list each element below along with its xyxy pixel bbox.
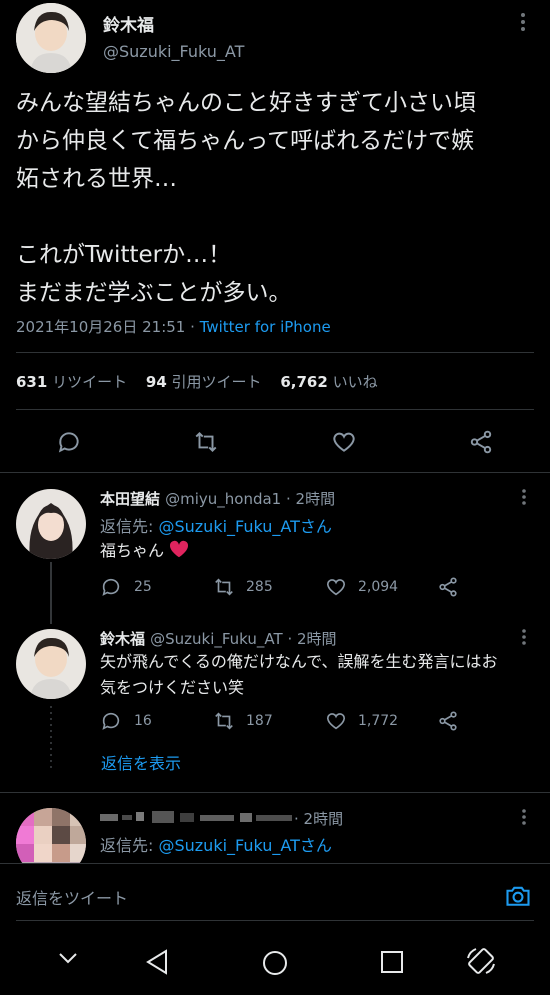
chevron-down-icon[interactable] — [56, 950, 80, 970]
reply-to-line: 返信先: @Suzuki_Fuku_ATさん — [100, 513, 332, 537]
reply-icon[interactable] — [100, 576, 122, 602]
avatar[interactable] — [16, 3, 86, 73]
reply-to-label: 返信先: — [100, 836, 159, 855]
recents-square-icon[interactable] — [380, 950, 404, 978]
likes-label[interactable]: いいね — [333, 373, 378, 391]
tweet-timestamp[interactable]: 2021年10月26日 21:51 — [16, 318, 185, 336]
reply-to-line: 返信先: @Suzuki_Fuku_ATさん — [100, 832, 332, 856]
like-count: 2,094 — [358, 579, 399, 595]
heart-icon[interactable] — [325, 710, 347, 736]
heart-icon[interactable] — [331, 429, 357, 455]
thread-line — [50, 562, 52, 624]
reply-header: 本田望結 @miyu_honda1 · 2時間 — [100, 488, 335, 509]
show-replies-link[interactable]: 返信を表示 — [101, 750, 181, 774]
reply-text: 矢が飛んでくるの俺だけなんで、誤解を生む発言にはお 気をつけください笑 — [100, 652, 498, 697]
more-options-icon[interactable] — [517, 12, 529, 32]
retweets-label[interactable]: リツイート — [52, 373, 127, 391]
reply-author-name[interactable]: 鈴木福 — [100, 630, 145, 648]
share-icon[interactable] — [437, 710, 459, 736]
reply-text: 福ちゃん — [100, 538, 189, 564]
share-icon[interactable] — [468, 429, 494, 455]
camera-icon[interactable] — [504, 882, 532, 910]
heart-icon[interactable] — [325, 576, 347, 602]
reply-action-bar: 25 285 2,094 — [100, 576, 540, 600]
thread-continuation — [50, 704, 52, 772]
quotes-label[interactable]: 引用ツイート — [172, 373, 262, 391]
share-icon[interactable] — [437, 576, 459, 602]
tweet-meta: 2021年10月26日 21:51 · Twitter for iPhone — [16, 316, 331, 337]
reply-to-handle[interactable]: @Suzuki_Fuku_ATさん — [158, 517, 331, 536]
reply-time[interactable]: · 2時間 — [283, 630, 336, 648]
system-navigation-bar — [0, 922, 550, 995]
reply-count: 16 — [134, 713, 152, 729]
reply-action-bar: 16 187 1,772 — [100, 710, 540, 734]
reply-header: 鈴木福 @Suzuki_Fuku_AT · 2時間 — [100, 628, 337, 649]
reply-text-content: 福ちゃん — [100, 541, 165, 560]
more-options-icon[interactable] — [519, 628, 529, 650]
author-name[interactable]: 鈴木福 — [103, 11, 154, 36]
author-handle[interactable]: @Suzuki_Fuku_AT — [103, 42, 244, 61]
censored-author-name — [100, 809, 300, 825]
meta-separator: · — [185, 318, 200, 336]
tweet-action-bar — [0, 427, 550, 459]
reply-count: 25 — [134, 579, 152, 595]
tweet-client-link[interactable]: Twitter for iPhone — [200, 318, 331, 336]
rotate-screen-icon[interactable] — [464, 944, 498, 982]
retweet-icon[interactable] — [212, 576, 236, 602]
retweet-icon[interactable] — [193, 429, 219, 455]
back-triangle-icon[interactable] — [144, 948, 170, 980]
more-options-icon[interactable] — [519, 808, 529, 830]
divider — [16, 352, 534, 353]
more-options-icon[interactable] — [519, 488, 529, 510]
reply-author-handle[interactable]: @miyu_honda1 — [165, 490, 281, 508]
reply-to-handle[interactable]: @Suzuki_Fuku_ATさん — [158, 836, 331, 855]
divider — [0, 792, 550, 793]
tweet-stats: 631 リツイート 94 引用ツイート 6,762 いいね — [16, 371, 392, 392]
reply-author-handle[interactable]: @Suzuki_Fuku_AT — [150, 630, 283, 648]
reply-icon[interactable] — [56, 429, 82, 455]
home-circle-icon[interactable] — [261, 949, 289, 981]
heart-emoji-icon — [170, 540, 189, 558]
quotes-count[interactable]: 94 — [146, 373, 167, 391]
avatar[interactable] — [16, 489, 86, 559]
retweet-count: 285 — [246, 579, 273, 595]
reply-time[interactable]: · 2時間 — [281, 490, 335, 508]
tweet-text: みんな望結ちゃんのこと好きすぎて小さい頃 から仲良くて福ちゃんって呼ばれるだけで… — [16, 90, 476, 306]
reply-author-name[interactable]: 本田望結 — [100, 490, 160, 508]
divider — [16, 920, 534, 921]
reply-to-label: 返信先: — [100, 517, 159, 536]
divider — [16, 409, 534, 410]
reply-input[interactable]: 返信をツイート — [16, 885, 128, 909]
reply-icon[interactable] — [100, 710, 122, 736]
retweets-count[interactable]: 631 — [16, 373, 47, 391]
like-count: 1,772 — [358, 713, 399, 729]
reply-time[interactable]: · 2時間 — [294, 808, 343, 829]
retweet-count: 187 — [246, 713, 273, 729]
divider — [0, 472, 550, 473]
avatar[interactable] — [16, 629, 86, 699]
retweet-icon[interactable] — [212, 710, 236, 736]
likes-count[interactable]: 6,762 — [280, 373, 327, 391]
